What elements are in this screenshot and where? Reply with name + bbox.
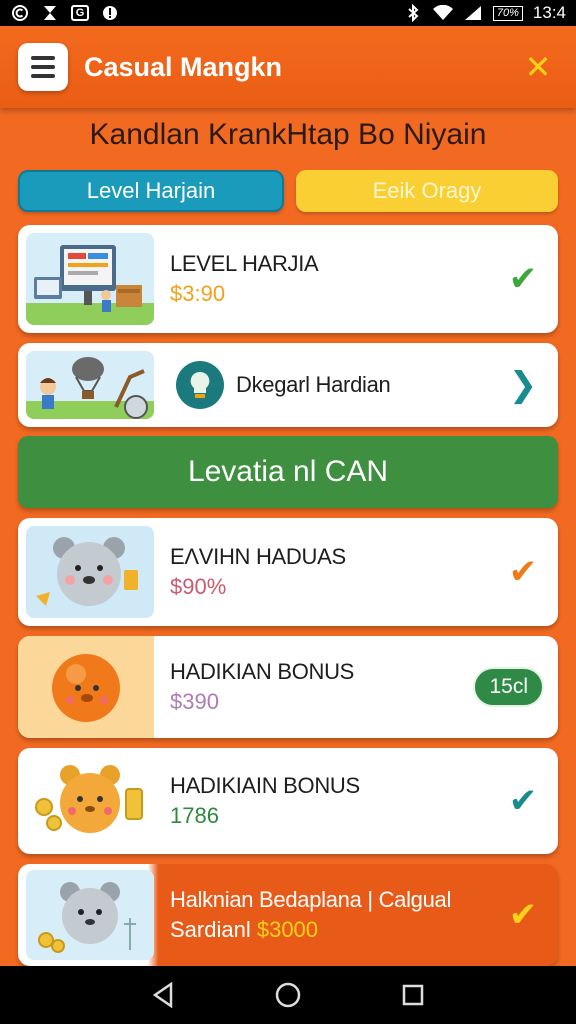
menu-button[interactable] xyxy=(18,43,68,91)
card-value-row: Sardianl $3000 xyxy=(170,917,488,943)
card-title: Dkegarl Hardian xyxy=(236,372,391,397)
card-title: LEVEL HARJIA xyxy=(170,251,319,276)
app-icon xyxy=(40,4,60,22)
card-text: HADIKIAIN BONUS 1786 xyxy=(154,773,488,829)
system-nav-bar xyxy=(0,966,576,1024)
hamburger-icon xyxy=(31,65,55,69)
golden-bear-icon xyxy=(26,753,154,849)
gray-bear-icon xyxy=(26,870,154,960)
card-text: Dkegarl Hardian xyxy=(154,361,488,409)
hamburger-icon xyxy=(31,56,55,60)
section-banner: Levatia nl CAN xyxy=(18,436,558,508)
delivery-illustration-icon xyxy=(26,351,154,419)
card-title: Halknian Bedaplana | Calgual xyxy=(170,887,452,912)
lightbulb-icon xyxy=(176,361,224,409)
bear-icon xyxy=(26,526,154,618)
card-value: $90% xyxy=(170,574,227,599)
battery-indicator: 70% xyxy=(492,5,523,21)
list-item[interactable]: EΛVIHN HADUAS $90% ✔ xyxy=(18,518,558,626)
page-heading: Kandlan KrankHtap Bo Niyain xyxy=(89,118,487,151)
card-title: HADIKIAN BONUS xyxy=(170,659,355,684)
signal-icon xyxy=(463,4,483,22)
orange-bear-icon xyxy=(18,636,154,738)
card-value: $3:90 xyxy=(170,281,226,306)
tab-bar: Level Harjain Eeik Oragy xyxy=(18,170,558,212)
tab-eeik-oragy[interactable]: Eeik Oragy xyxy=(296,170,558,212)
notification-c-icon xyxy=(10,4,30,22)
check-icon[interactable]: ✔ xyxy=(488,259,558,299)
list-item[interactable]: Halknian Bedaplana | Calgual Sardianl $3… xyxy=(18,864,558,966)
wifi-icon xyxy=(432,4,453,22)
check-icon[interactable]: ✔ xyxy=(488,552,558,592)
list-item[interactable]: HADIKIAN BONUS $390 15cl xyxy=(18,636,558,738)
status-left: G xyxy=(10,4,120,22)
list-item[interactable]: HADIKIAIN BONUS 1786 ✔ xyxy=(18,748,558,854)
tab-level-harjain[interactable]: Level Harjain xyxy=(18,170,284,212)
app-header: Casual Mangkn ✕ xyxy=(0,26,576,108)
message-icon xyxy=(100,4,120,22)
back-icon[interactable] xyxy=(148,980,178,1010)
computer-illustration-icon xyxy=(26,233,154,325)
card-value: 1786 xyxy=(170,803,219,828)
card-value-prefix: Sardianl xyxy=(170,917,251,942)
card-title: HADIKIAIN BONUS xyxy=(170,773,360,798)
recents-icon[interactable] xyxy=(398,980,428,1010)
close-button[interactable]: ✕ xyxy=(518,48,558,86)
bluetooth-icon xyxy=(403,4,423,22)
card-text: EΛVIHN HADUAS $90% xyxy=(154,544,488,600)
card-value: $3000 xyxy=(256,917,319,942)
card-text: LEVEL HARJIA $3:90 xyxy=(154,251,488,307)
clock: 13:4 xyxy=(532,3,566,22)
card-text: HADIKIAN BONUS $390 xyxy=(154,659,473,715)
chevron-right-icon[interactable]: ❯ xyxy=(488,365,558,405)
card-title: EΛVIHN HADUAS xyxy=(170,544,346,569)
status-right: 70% 13:4 xyxy=(403,3,566,23)
bonus-badge[interactable]: 15cl xyxy=(473,667,544,707)
card-value: $390 xyxy=(170,689,219,714)
card-text: Halknian Bedaplana | Calgual Sardianl $3… xyxy=(154,887,488,943)
app-title: Casual Mangkn xyxy=(84,51,283,82)
hamburger-icon xyxy=(31,74,55,78)
list-item[interactable]: Dkegarl Hardian ❯ xyxy=(18,343,558,427)
check-icon[interactable]: ✔ xyxy=(488,781,558,821)
home-icon[interactable] xyxy=(273,980,303,1010)
list-item[interactable]: LEVEL HARJIA $3:90 ✔ xyxy=(18,225,558,333)
gallery-icon: G xyxy=(70,4,90,22)
status-bar: G 70% 13:4 xyxy=(0,0,576,26)
check-icon[interactable]: ✔ xyxy=(488,895,558,935)
